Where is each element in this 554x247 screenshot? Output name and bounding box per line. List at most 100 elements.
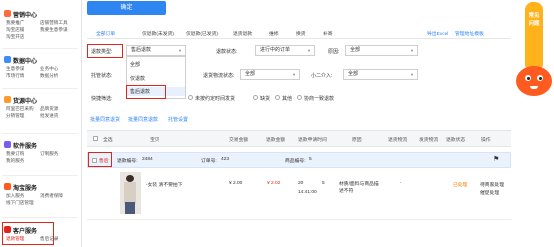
refund-status-select[interactable]: 进行中的订单 ▼ — [255, 45, 315, 56]
sidebar-section-title: 货源中心 — [13, 99, 38, 105]
sidebar-link[interactable]: 我要订购 — [6, 151, 24, 157]
intervention-select[interactable]: 全部 ▼ — [343, 69, 418, 80]
refund-amount: ¥ 2.02 — [267, 181, 281, 186]
product-id: 5 — [309, 157, 312, 162]
quick-filter-label: 快捷筛选: — [91, 96, 113, 102]
refund-no-label: 退款编号: — [117, 159, 138, 164]
sidebar-link[interactable]: 线下门店管理 — [6, 200, 34, 206]
quick-filter-radio[interactable] — [188, 95, 193, 100]
sidebar-link[interactable]: 店铺营销工具 — [40, 20, 68, 26]
tab-resend[interactable]: 补寄 — [323, 30, 333, 37]
quick-filter-option: 缺货 — [260, 96, 271, 102]
highlight-box — [88, 152, 112, 167]
highlight-box — [126, 85, 166, 99]
faq-label[interactable]: 常见问题 — [527, 12, 541, 28]
product-thumbnail[interactable] — [120, 172, 141, 214]
order-no-label: 订单号: — [201, 159, 217, 164]
flag-icon[interactable]: ⚑ — [493, 155, 499, 163]
col-reason: 原因 — [352, 138, 362, 143]
data-center-icon — [4, 56, 11, 63]
tab-repair[interactable]: 维修 — [269, 30, 279, 37]
sidebar-link[interactable]: 订制服务 — [40, 151, 58, 157]
logistics-status-select[interactable]: 全部 ▼ — [240, 69, 300, 80]
sidebar-link[interactable]: 我要推广 — [6, 20, 24, 26]
sidebar-link[interactable]: 消费者保障 — [40, 193, 63, 199]
sidebar-link[interactable]: 淘宝店铺 — [6, 27, 24, 33]
apply-num: 5 — [322, 181, 325, 186]
logistics-status-label: 退货物流状态: — [203, 73, 235, 79]
refund-status: 已处理 — [453, 183, 468, 188]
custody-status-label: 托管状态: — [91, 73, 113, 79]
trade-amount: ¥ 2.00 — [229, 181, 243, 186]
export-excel-link[interactable]: 导出Excel — [427, 30, 448, 37]
col-refund-status: 退款状态 — [446, 138, 466, 143]
sidebar-link[interactable]: 业务中心 — [40, 66, 58, 72]
item-title[interactable]: -女装 清不要拍下 — [146, 181, 183, 188]
batch-agree-refund-link[interactable]: 批量同意退款 — [128, 116, 158, 123]
sidebar: 营销中心 我要推广 店铺营销工具 淘宝店铺 我要生意参谋 淘宝开店 数据中心 生… — [0, 0, 82, 247]
sidebar-link[interactable]: 批发进货 — [40, 113, 58, 119]
sidebar-link[interactable]: 加入服务 — [6, 193, 24, 199]
taobao-service-icon — [4, 183, 11, 190]
tab-refund-unshipped[interactable]: 仅退款(未发货) — [142, 30, 174, 37]
sidebar-link[interactable]: 淘宝开店 — [6, 34, 24, 40]
sidebar-link[interactable]: 数据分析 — [40, 73, 58, 79]
col-actions: 操作 — [481, 138, 491, 143]
tab-exchange[interactable]: 换货 — [296, 30, 306, 37]
urge-action-link[interactable]: 催促处理 — [480, 189, 499, 196]
mascot-icon[interactable] — [516, 66, 552, 96]
col-trade-amount: 交易金额 — [229, 138, 249, 143]
tab-all[interactable]: 全部订单 — [96, 30, 115, 37]
confirm-button[interactable]: 确定 — [87, 1, 166, 15]
intervention-label: 小二介入: — [311, 73, 333, 79]
pending-action-link[interactable]: 待商家处理 — [480, 181, 504, 188]
sidebar-section-title: 淘宝服务 — [13, 186, 38, 192]
tab-refund-shipped[interactable]: 仅退款(已发货) — [186, 30, 218, 37]
chevron-down-icon: ▼ — [178, 48, 182, 53]
reason-label: 原因: — [328, 49, 340, 55]
col-select-all: 全选 — [103, 138, 113, 143]
chevron-down-icon: ▼ — [410, 72, 414, 77]
quick-filter-radio[interactable] — [275, 95, 280, 100]
sidebar-section-title: 数据中心 — [13, 59, 38, 65]
quick-filter-option: 未按约定时间发货 — [195, 96, 236, 102]
sidebar-link[interactable]: 品牌货源 — [40, 106, 58, 112]
help-widget[interactable]: 常见问题 — [512, 0, 554, 247]
sidebar-link[interactable]: 阿里巴巴采购 — [6, 106, 34, 112]
dropdown-option[interactable]: 全部 — [130, 61, 140, 68]
select-all-checkbox[interactable] — [93, 136, 98, 141]
apply-date: 20 — [298, 181, 304, 186]
quick-filter-radio[interactable] — [253, 95, 258, 100]
custody-settings-link[interactable]: 托管设置 — [168, 116, 188, 123]
supply-icon — [4, 96, 11, 103]
refund-no: 2484 — [142, 157, 153, 162]
sidebar-section-title: 营销中心 — [13, 13, 38, 19]
batch-agree-return-link[interactable]: 批量同意退货 — [90, 116, 120, 123]
quick-filter-option: 其他 — [282, 96, 293, 102]
sidebar-link[interactable]: 我要生意参谋 — [40, 27, 68, 33]
chevron-down-icon: ▼ — [307, 48, 311, 53]
chevron-down-icon: ▼ — [292, 72, 296, 77]
refund-reason: 材质/面料与商品描述不符 — [339, 182, 379, 194]
reason-select[interactable]: 全部 ▼ — [345, 45, 418, 56]
dispute-type-select[interactable]: 售后退款 ▼ — [126, 45, 186, 56]
highlight-box — [87, 44, 123, 58]
sidebar-section-title: 软件服务 — [13, 144, 38, 150]
dropdown-option[interactable]: 仅退款 — [130, 75, 145, 82]
quick-filter-radio[interactable] — [297, 95, 302, 100]
highlight-box — [2, 222, 54, 245]
sidebar-link[interactable]: 市场行情 — [6, 73, 24, 79]
col-refund-amount: 退款金额 — [266, 138, 286, 143]
sidebar-link[interactable]: 生意参谋 — [6, 66, 24, 72]
address-template-link[interactable]: 管理地址模板 — [455, 30, 484, 37]
software-icon — [4, 141, 11, 148]
quick-filter-option: 协商一致退款 — [304, 96, 335, 102]
sidebar-link[interactable]: 分销管理 — [6, 113, 24, 119]
col-return-logistics: 退货物流 — [388, 138, 408, 143]
chevron-down-icon: ▼ — [410, 48, 414, 53]
col-ship-logistics: 发货物流 — [419, 138, 439, 143]
tab-return-refund[interactable]: 退货退款 — [233, 30, 252, 37]
return-logistics: - — [400, 181, 402, 186]
sidebar-link[interactable]: 我的服务 — [6, 158, 24, 164]
refund-status-label: 退款状态: — [216, 49, 238, 55]
